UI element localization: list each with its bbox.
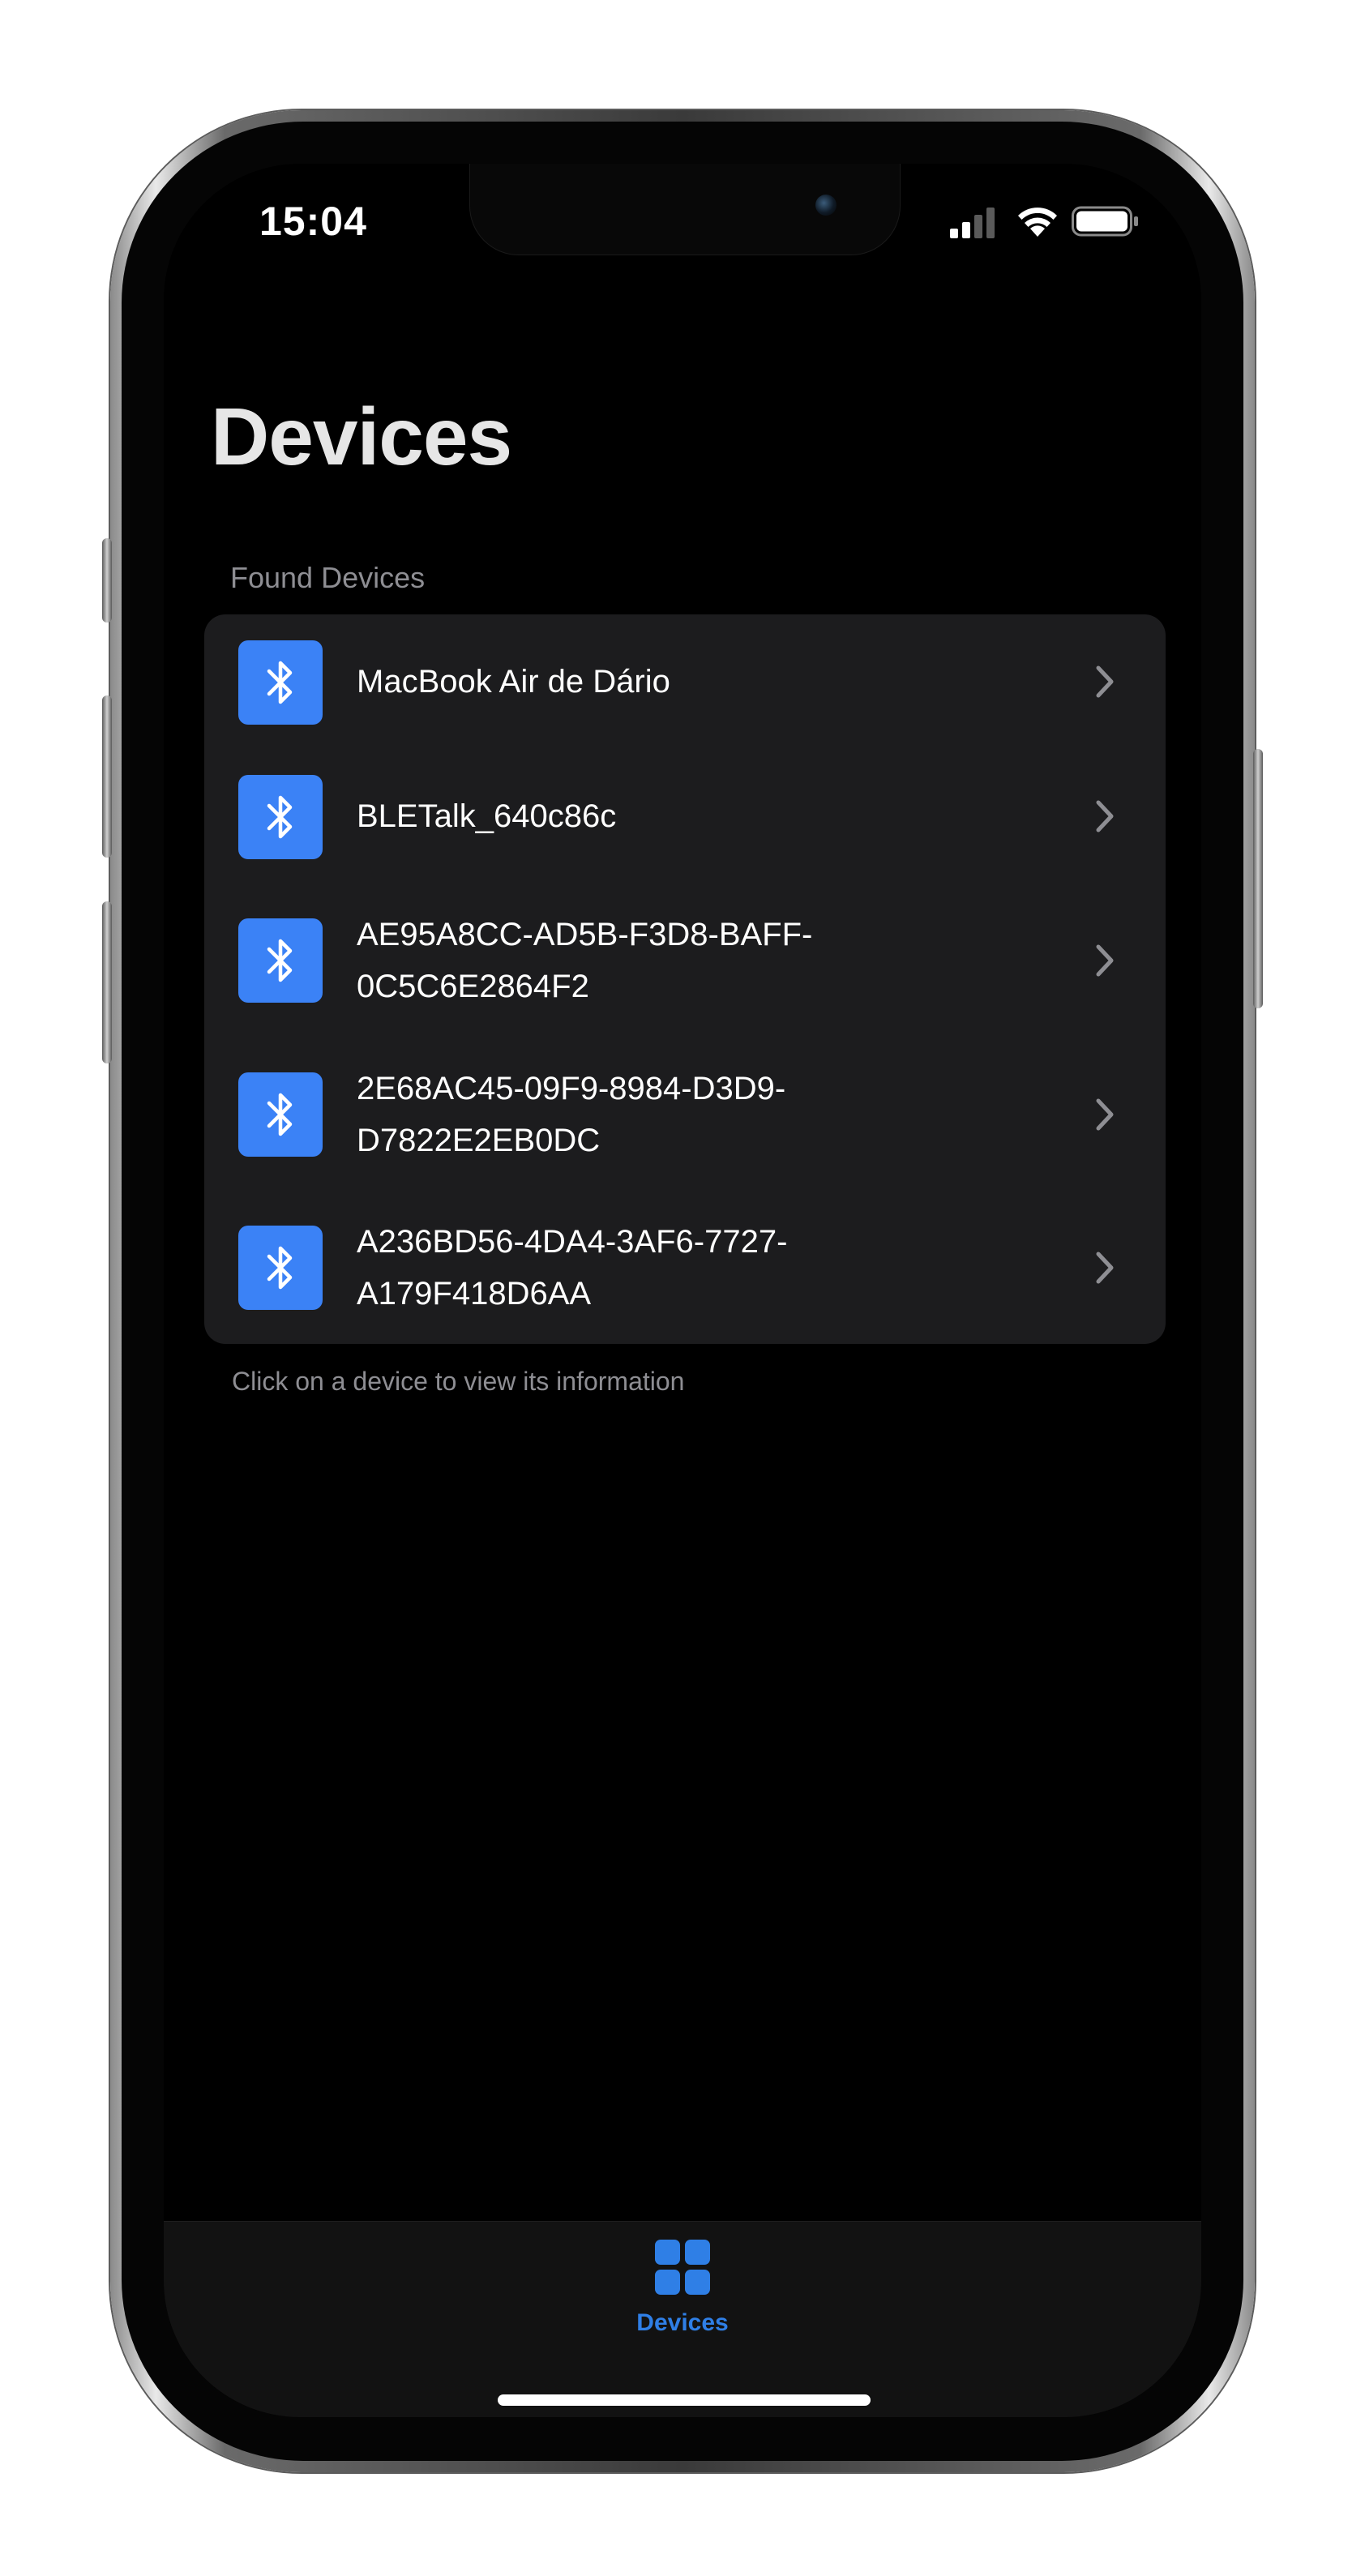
dynamic-notch [470, 164, 900, 255]
chevron-right-icon [1096, 665, 1114, 698]
device-row[interactable]: BLETalk_640c86c [204, 749, 1166, 884]
bluetooth-icon [238, 1072, 323, 1157]
wifi-icon [1018, 208, 1057, 237]
bluetooth-icon [238, 640, 323, 725]
status-icons [950, 203, 1145, 243]
volume-down-button [102, 901, 112, 1063]
tab-bar: Devices [164, 2221, 1201, 2417]
page-title: Devices [211, 392, 512, 482]
chevron-right-icon [1096, 1098, 1114, 1131]
device-row[interactable]: AE95A8CC-AD5B-F3D8-BAFF-0C5C6E2864F2 [204, 884, 1166, 1038]
bluetooth-icon [238, 918, 323, 1003]
tab-devices[interactable]: Devices [601, 2240, 764, 2337]
device-name: A236BD56-4DA4-3AF6-7727-A179F418D6AA [357, 1224, 788, 1312]
section-footer: Click on a device to view its informatio… [232, 1367, 685, 1396]
device-name: AE95A8CC-AD5B-F3D8-BAFF-0C5C6E2864F2 [357, 917, 813, 1004]
tab-label: Devices [636, 2309, 729, 2336]
battery-icon [1072, 206, 1138, 237]
front-camera [815, 195, 837, 216]
volume-up-button [102, 695, 112, 858]
status-time: 15:04 [259, 199, 367, 244]
silent-switch [102, 538, 112, 623]
device-row[interactable]: 2E68AC45-09F9-8984-D3D9-D7822E2EB0DC [204, 1038, 1166, 1192]
device-row[interactable]: A236BD56-4DA4-3AF6-7727-A179F418D6AA [204, 1192, 1166, 1344]
bluetooth-icon [238, 775, 323, 859]
device-name: MacBook Air de Dário [357, 664, 670, 700]
grid-icon [655, 2240, 710, 2295]
chevron-right-icon [1096, 944, 1114, 977]
section-header: Found Devices [230, 561, 426, 594]
device-name: 2E68AC45-09F9-8984-D3D9-D7822E2EB0DC [357, 1071, 786, 1158]
device-name: BLETalk_640c86c [357, 798, 617, 834]
stage: 15:04 Devices Found Devices MacBook Air … [0, 0, 1365, 2576]
chevron-right-icon [1096, 800, 1114, 832]
phone-screen: 15:04 Devices Found Devices MacBook Air … [164, 164, 1201, 2417]
side-button [1253, 749, 1263, 1008]
device-list: MacBook Air de Dário BLETalk_640c86c AE9… [204, 614, 1166, 1344]
chevron-right-icon [1096, 1252, 1114, 1284]
device-row[interactable]: MacBook Air de Dário [204, 614, 1166, 749]
home-indicator[interactable] [498, 2394, 871, 2406]
cellular-signal-icon [950, 208, 995, 238]
bluetooth-icon [238, 1226, 323, 1310]
